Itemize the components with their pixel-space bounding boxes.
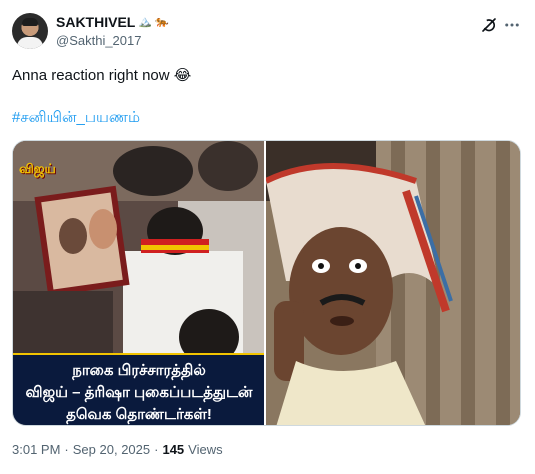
- news-caption: நாகை பிரச்சாரத்தில் விஜய் – த்ரிஷா புகைப…: [13, 353, 264, 425]
- news-badge: விஜய்: [19, 161, 56, 176]
- tweet-meta: 3:01 PM · Sep 20, 2025 · 145 Views: [12, 442, 223, 457]
- author-display-name[interactable]: SAKTHIVEL: [56, 14, 135, 30]
- meta-separator-2: ·: [154, 442, 159, 457]
- avatar-hair: [22, 18, 38, 26]
- caption-line-2: விஜய் – த்ரிஷா புகைப்படத்துடன்: [25, 384, 253, 401]
- views-count[interactable]: 145: [162, 442, 184, 457]
- hashtag-link[interactable]: #சனியின்_பயணம்: [12, 109, 140, 128]
- tweet-time[interactable]: 3:01 PM: [12, 442, 60, 457]
- author-name-row: SAKTHIVEL 🏔️ 🐅: [56, 14, 169, 30]
- caption-line-3: தவெக தொண்டர்கள்!: [66, 406, 212, 423]
- news-image[interactable]: விஜய் நாகை பிரச்சாரத்தில் விஜய் – த்ரிஷா…: [13, 141, 264, 425]
- tweet-text: Anna reaction right now 😂: [12, 67, 192, 84]
- reaction-photo: [266, 141, 520, 425]
- more-icon[interactable]: [503, 16, 521, 34]
- tweet-media[interactable]: விஜய் நாகை பிரச்சாரத்தில் விஜய் – த்ரிஷா…: [12, 140, 521, 426]
- grok-icon[interactable]: [480, 16, 498, 34]
- author-avatar[interactable]: [12, 13, 48, 49]
- views-label: Views: [188, 442, 223, 457]
- mountain-emoji: 🏔️: [138, 15, 153, 28]
- reaction-image[interactable]: [266, 141, 520, 425]
- tweet-date[interactable]: Sep 20, 2025: [73, 442, 150, 457]
- author-handle[interactable]: @Sakthi_2017: [56, 33, 141, 48]
- caption-line-1: நாகை பிரச்சாரத்தில்: [72, 362, 206, 379]
- avatar-shirt: [17, 37, 43, 49]
- tiger-emoji: 🐅: [155, 15, 169, 28]
- meta-separator: ·: [64, 442, 69, 457]
